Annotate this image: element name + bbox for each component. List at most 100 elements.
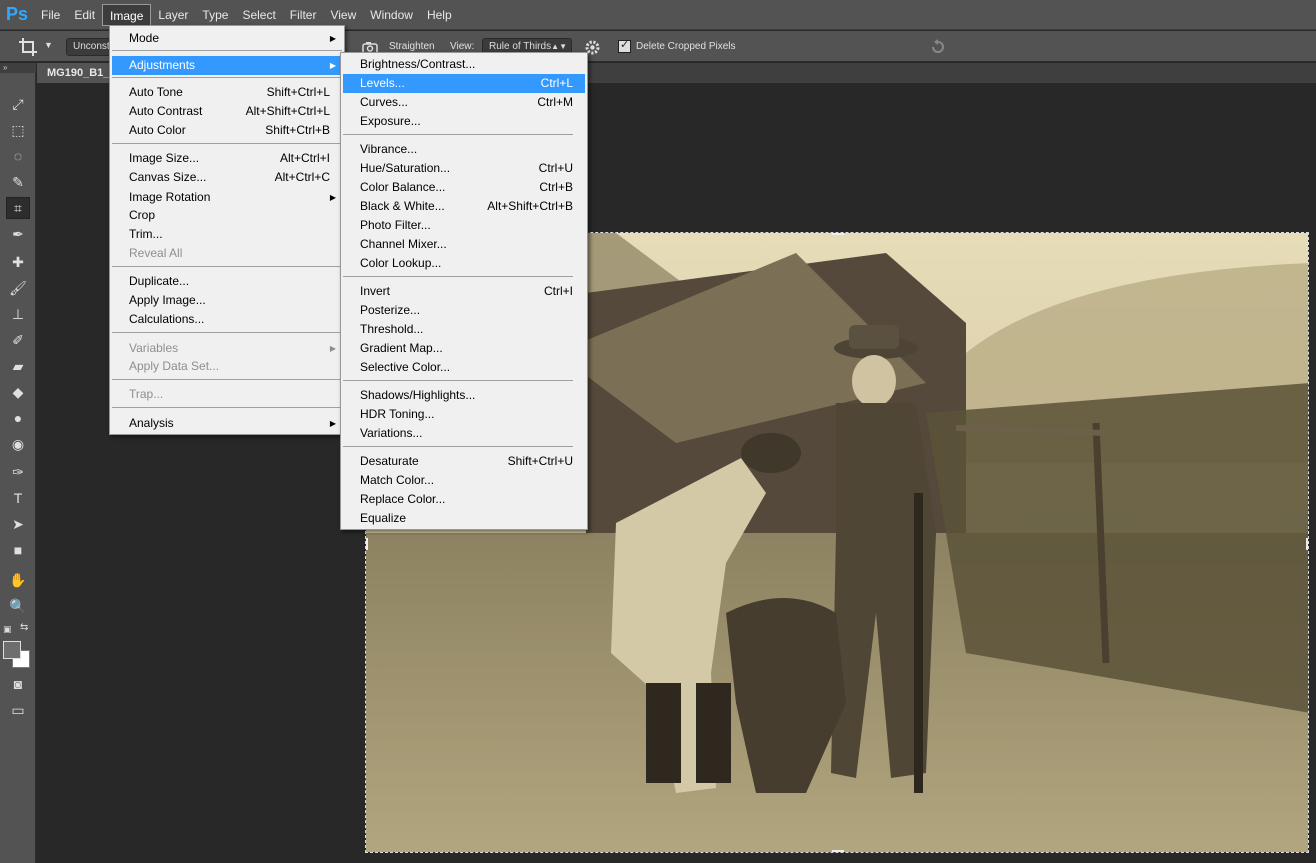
menu-item-calculations[interactable]: Calculations... [112, 310, 342, 329]
menu-item-black-white[interactable]: Black & White... Alt+Shift+Ctrl+B [343, 197, 585, 216]
menu-file[interactable]: File [34, 4, 67, 26]
menu-item-curves[interactable]: Curves... Ctrl+M [343, 93, 585, 112]
aspect-ratio-select[interactable]: Unconstrained [66, 38, 114, 56]
menu-layer[interactable]: Layer [151, 4, 195, 26]
delete-cropped-label[interactable]: Delete Cropped Pixels [636, 41, 736, 52]
move-icon[interactable]: ⤢ [6, 93, 30, 115]
menu-item-canvas-size[interactable]: Canvas Size... Alt+Ctrl+C [112, 168, 342, 187]
crop-icon[interactable]: ⌗ [6, 197, 30, 219]
brush-icon[interactable]: 🖌 [6, 277, 30, 299]
menu-item-mode[interactable]: Mode ▶ [112, 29, 342, 48]
menu-item-equalize[interactable]: Equalize [343, 509, 585, 528]
blur-icon[interactable]: ● [6, 407, 30, 429]
menu-item-gradient-map[interactable]: Gradient Map... [343, 339, 585, 358]
delete-cropped-checkbox[interactable]: ✓ [618, 39, 631, 53]
menu-item-duplicate[interactable]: Duplicate... [112, 272, 342, 291]
menu-item-label: Trim... [129, 227, 163, 241]
default-colors-icon[interactable]: ▣ [3, 624, 12, 635]
swap-colors-icon[interactable]: ⇆ [20, 622, 28, 633]
menu-item-image-rotation[interactable]: Image Rotation ▶ [112, 188, 342, 207]
menu-item-channel-mixer[interactable]: Channel Mixer... [343, 235, 585, 254]
menu-item-shadows-highlights[interactable]: Shadows/Highlights... [343, 386, 585, 405]
hand-icon[interactable]: ✋ [6, 569, 30, 591]
menu-item-desaturate[interactable]: Desaturate Shift+Ctrl+U [343, 452, 585, 471]
menu-item-label: Apply Image... [129, 293, 206, 307]
menu-select[interactable]: Select [235, 4, 282, 26]
dodge-icon[interactable]: ◉ [6, 433, 30, 455]
menu-item-adjustments[interactable]: Adjustments ▶ [112, 56, 342, 75]
menu-item-label: Vibrance... [360, 142, 418, 156]
paint-bucket-icon[interactable]: ◆ [6, 381, 30, 403]
menu-separator [343, 134, 573, 135]
menu-item-brightness-contrast[interactable]: Brightness/Contrast... [343, 55, 585, 74]
type-icon[interactable]: T [6, 487, 30, 509]
menu-separator [112, 379, 342, 380]
menu-item-hue-saturation[interactable]: Hue/Saturation... Ctrl+U [343, 159, 585, 178]
tools-panel-header[interactable]: » [0, 63, 36, 73]
healing-icon[interactable]: ✚ [6, 251, 30, 273]
submenu-arrow-icon: ▶ [329, 419, 336, 428]
menu-window[interactable]: Window [363, 4, 420, 26]
menu-item-auto-color[interactable]: Auto Color Shift+Ctrl+B [112, 121, 342, 140]
menu-item-label: Crop [129, 208, 156, 222]
lasso-icon[interactable]: ◌ [6, 145, 30, 167]
menu-image[interactable]: Image [102, 3, 152, 26]
screen-mode-icon[interactable]: ▭ [6, 699, 30, 721]
menu-item-shortcut: Alt+Shift+Ctrl+L [245, 104, 330, 118]
straighten-label[interactable]: Straighten [389, 41, 435, 52]
menu-item-label: Apply Data Set... [129, 359, 220, 373]
menu-item-selective-color[interactable]: Selective Color... [343, 358, 585, 377]
menu-edit[interactable]: Edit [67, 4, 102, 26]
eyedropper-icon[interactable]: ✒ [6, 223, 30, 245]
menu-item-photo-filter[interactable]: Photo Filter... [343, 216, 585, 235]
eraser-icon[interactable]: ▰ [6, 355, 30, 377]
path-select-icon[interactable]: ➤ [6, 513, 30, 535]
crop-tool-icon[interactable] [18, 37, 40, 57]
crop-handle-left[interactable] [366, 538, 368, 550]
history-brush-icon[interactable]: ✐ [6, 329, 30, 351]
crop-handle-bottom-left[interactable] [366, 844, 374, 852]
menu-item-invert[interactable]: Invert Ctrl+I [343, 282, 585, 301]
menu-item-color-lookup[interactable]: Color Lookup... [343, 254, 585, 273]
reset-icon[interactable] [929, 38, 947, 56]
quick-mask-icon[interactable]: ◙ [6, 673, 30, 695]
crop-handle-bottom-right[interactable] [1300, 844, 1308, 852]
marquee-icon[interactable]: ⬚ [6, 119, 30, 141]
zoom-icon[interactable]: 🔍 [6, 595, 30, 617]
menu-item-hdr-toning[interactable]: HDR Toning... [343, 405, 585, 424]
menu-item-exposure[interactable]: Exposure... [343, 112, 585, 131]
menu-item-auto-contrast[interactable]: Auto Contrast Alt+Shift+Ctrl+L [112, 102, 342, 121]
menu-item-auto-tone[interactable]: Auto Tone Shift+Ctrl+L [112, 83, 342, 102]
menu-item-image-size[interactable]: Image Size... Alt+Ctrl+I [112, 149, 342, 168]
menu-item-replace-color[interactable]: Replace Color... [343, 490, 585, 509]
menu-item-threshold[interactable]: Threshold... [343, 320, 585, 339]
menu-item-color-balance[interactable]: Color Balance... Ctrl+B [343, 178, 585, 197]
menu-separator [112, 77, 342, 78]
pen-icon[interactable]: ✑ [6, 461, 30, 483]
menu-item-posterize[interactable]: Posterize... [343, 301, 585, 320]
menu-item-levels[interactable]: Levels... Ctrl+L [343, 74, 585, 93]
chevron-down-icon[interactable]: ▼ [44, 40, 53, 50]
menu-separator [112, 143, 342, 144]
menu-help[interactable]: Help [420, 4, 459, 26]
rectangle-icon[interactable]: ■ [6, 539, 30, 561]
menu-item-vibrance[interactable]: Vibrance... [343, 140, 585, 159]
menu-item-crop[interactable]: Crop [112, 206, 342, 225]
menu-item-variations[interactable]: Variations... [343, 424, 585, 443]
document-tab[interactable]: MG190_B1_ [37, 63, 117, 83]
stamp-icon[interactable]: ⊥ [6, 303, 30, 325]
menu-type[interactable]: Type [195, 4, 235, 26]
quick-select-icon[interactable]: ✎ [6, 171, 30, 193]
menu-separator [343, 380, 573, 381]
menu-item-apply-image[interactable]: Apply Image... [112, 291, 342, 310]
menu-view[interactable]: View [323, 4, 363, 26]
menu-item-label: Shadows/Highlights... [360, 388, 476, 402]
menu-item-match-color[interactable]: Match Color... [343, 471, 585, 490]
crop-handle-top-right[interactable] [1300, 233, 1308, 241]
menu-separator [112, 266, 342, 267]
crop-handle-top[interactable] [832, 233, 844, 235]
menu-item-analysis[interactable]: Analysis ▶ [112, 414, 342, 433]
menu-filter[interactable]: Filter [283, 4, 324, 26]
menu-item-trim[interactable]: Trim... [112, 225, 342, 244]
foreground-color-swatch[interactable] [3, 641, 21, 659]
